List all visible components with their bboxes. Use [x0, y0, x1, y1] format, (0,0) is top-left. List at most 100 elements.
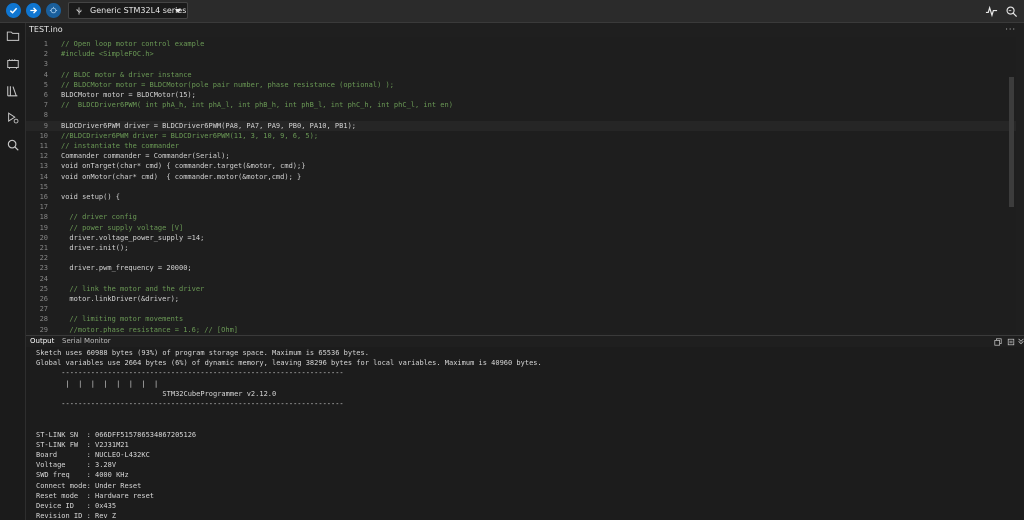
tab-serial-monitor[interactable]: Serial Monitor — [62, 336, 111, 347]
code-text: //motor.phase_resistance = 1.6; // [Ohm] — [61, 325, 239, 333]
board-selector[interactable]: Generic STM32L4 series — [68, 2, 188, 19]
clear-output-button[interactable] — [1016, 336, 1024, 345]
debug-icon — [7, 111, 18, 123]
usb-icon — [75, 6, 85, 15]
output-line: ----------------------------------------… — [36, 400, 344, 408]
code-line[interactable]: 24 — [26, 274, 1016, 284]
line-number: 28 — [39, 315, 48, 324]
code-line[interactable]: 3 — [26, 59, 1016, 69]
code-line[interactable]: 26 motor.linkDriver(&driver); — [26, 294, 1016, 304]
line-number: 1 — [43, 40, 48, 48]
line-number: 14 — [39, 172, 48, 181]
line-number: 6 — [43, 91, 48, 99]
code-line[interactable]: 8 — [26, 110, 1016, 120]
lock-scroll-button[interactable] — [1006, 337, 1015, 346]
tab-test-ino[interactable]: TEST.ino — [29, 23, 63, 37]
debug-panel-button[interactable] — [5, 110, 20, 125]
output-line: STM32CubeProgrammer v2.12.0 — [36, 389, 277, 398]
upload-button[interactable] — [26, 3, 41, 18]
code-line[interactable]: 20 driver.voltage_power_supply =14; — [26, 233, 1016, 243]
code-line[interactable]: 10 //BLDCDriver6PWM driver = BLDCDriver6P… — [26, 131, 1016, 141]
code-line[interactable]: 6 BLDCMotor motor = BLDCMotor(15); — [26, 90, 1016, 100]
line-number: 21 — [39, 244, 48, 252]
output-line: Sketch uses 60988 bytes (93%) of program… — [36, 349, 369, 357]
tab-output[interactable]: Output — [30, 336, 54, 347]
magnifier-dots-icon — [1005, 5, 1017, 17]
output-console[interactable]: Sketch uses 60988 bytes (93%) of program… — [26, 347, 1024, 520]
line-number: 4 — [43, 70, 48, 79]
code-text: //BLDCDriver6PWM driver = BLDCDriver6PWM… — [61, 131, 319, 140]
code-line[interactable]: 17 — [26, 202, 1016, 212]
output-line: | | | | | | | | — [36, 379, 340, 388]
folder-icon — [6, 31, 19, 41]
code-line[interactable]: 18 // driver config — [26, 212, 1016, 222]
more-options-icon[interactable]: ··· — [1005, 23, 1016, 37]
line-number: 19 — [39, 223, 48, 232]
code-line[interactable]: 12 Commander commander = Commander(Serial… — [26, 151, 1016, 161]
code-editor[interactable]: 1 // Open loop motor control example 2 #inc… — [26, 37, 1016, 333]
code-line[interactable]: 29 //motor.phase_resistance = 1.6; // [O… — [26, 325, 1016, 333]
code-text: void onMotor(char* cmd) { commander.moto… — [61, 172, 302, 181]
output-line: Voltage : 3.28V — [36, 461, 117, 470]
line-number: 22 — [39, 254, 48, 263]
code-text: #include <SimpleFOC.h> — [61, 50, 154, 59]
debug-button[interactable] — [46, 3, 61, 18]
output-line: Revision ID : Rev Z — [36, 512, 117, 520]
code-line[interactable]: 9 BLDCDriver6PWM driver = BLDCDriver6PWM(… — [26, 120, 1016, 131]
copy-icon — [993, 337, 1002, 346]
code-text: void setup() { — [61, 193, 121, 201]
code-line[interactable]: 25 // link the motor and the driver — [26, 284, 1016, 294]
clear-icon — [1017, 338, 1024, 345]
line-number: 20 — [39, 233, 48, 242]
line-number: 10 — [39, 131, 48, 140]
line-number: 9 — [43, 121, 48, 130]
bottom-panel-tabs: Output Serial Monitor — [26, 335, 1024, 347]
code-line[interactable]: 2 #include <SimpleFOC.h> — [26, 49, 1016, 59]
code-line[interactable]: 28 // limiting motor movements — [26, 314, 1016, 324]
verify-button[interactable] — [6, 3, 21, 18]
line-number: 7 — [43, 101, 48, 110]
code-line[interactable]: 21 driver.init(); — [26, 243, 1016, 253]
line-number: 27 — [39, 305, 48, 314]
output-line: ST-LINK SN : 066DFF515786534867205126 — [36, 430, 197, 439]
code-line[interactable]: 22 — [26, 253, 1016, 263]
code-line[interactable]: 15 — [26, 182, 1016, 192]
editor-scrollbar[interactable] — [1009, 77, 1014, 207]
search-icon — [7, 139, 19, 151]
code-line[interactable]: 1 // Open loop motor control example — [26, 39, 1016, 49]
library-manager-button[interactable] — [5, 83, 20, 98]
output-line: Connect mode: Under Reset — [36, 481, 142, 490]
code-text: // BLDCMotor motor = BLDCMotor(pole pair… — [61, 80, 394, 89]
code-text: // power supply voltage [V] — [61, 223, 184, 232]
output-line: ST-LINK FW : V2J31M21 — [36, 440, 129, 449]
search-button[interactable] — [5, 137, 20, 152]
line-number: 12 — [39, 152, 48, 161]
serial-plotter-button[interactable] — [984, 4, 998, 18]
output-line: Device ID : 0x435 — [36, 502, 117, 510]
boards-manager-button[interactable] — [5, 56, 20, 71]
code-line[interactable]: 16 void setup() { — [26, 192, 1016, 202]
board-name: Generic STM32L4 series — [90, 6, 187, 15]
code-line[interactable]: 5 // BLDCMotor motor = BLDCMotor(pole pai… — [26, 80, 1016, 90]
code-text: // BLDC motor & driver instance — [61, 70, 192, 79]
copy-button[interactable] — [993, 337, 1002, 346]
code-line[interactable]: 4 // BLDC motor & driver instance — [26, 70, 1016, 80]
board-icon — [6, 58, 19, 69]
sidebar — [0, 23, 26, 520]
sketchbook-button[interactable] — [5, 28, 20, 43]
code-line[interactable]: 13 void onTarget(char* cmd) { commander.t… — [26, 161, 1016, 171]
code-line[interactable]: 14 void onMotor(char* cmd) { commander.mo… — [26, 172, 1016, 182]
code-line[interactable]: 19 // power supply voltage [V] — [26, 223, 1016, 233]
code-line[interactable]: 23 driver.pwm_frequency = 20000; — [26, 263, 1016, 273]
code-line[interactable]: 27 — [26, 304, 1016, 314]
code-text: motor.linkDriver(&driver); — [61, 295, 180, 303]
code-line[interactable]: 11 // instantiate the commander — [26, 141, 1016, 151]
pulse-icon — [985, 5, 997, 17]
code-text: Commander commander = Commander(Serial); — [61, 152, 230, 161]
serial-monitor-button[interactable] — [1004, 4, 1018, 18]
code-text: // instantiate the commander — [61, 142, 180, 150]
line-number: 13 — [39, 162, 48, 171]
code-text: driver.voltage_power_supply =14; — [61, 233, 205, 242]
output-line: Board : NUCLEO-L432KC — [36, 451, 150, 459]
code-line[interactable]: 7 // BLDCDriver6PWM( int phA_h, int phA_l… — [26, 100, 1016, 110]
